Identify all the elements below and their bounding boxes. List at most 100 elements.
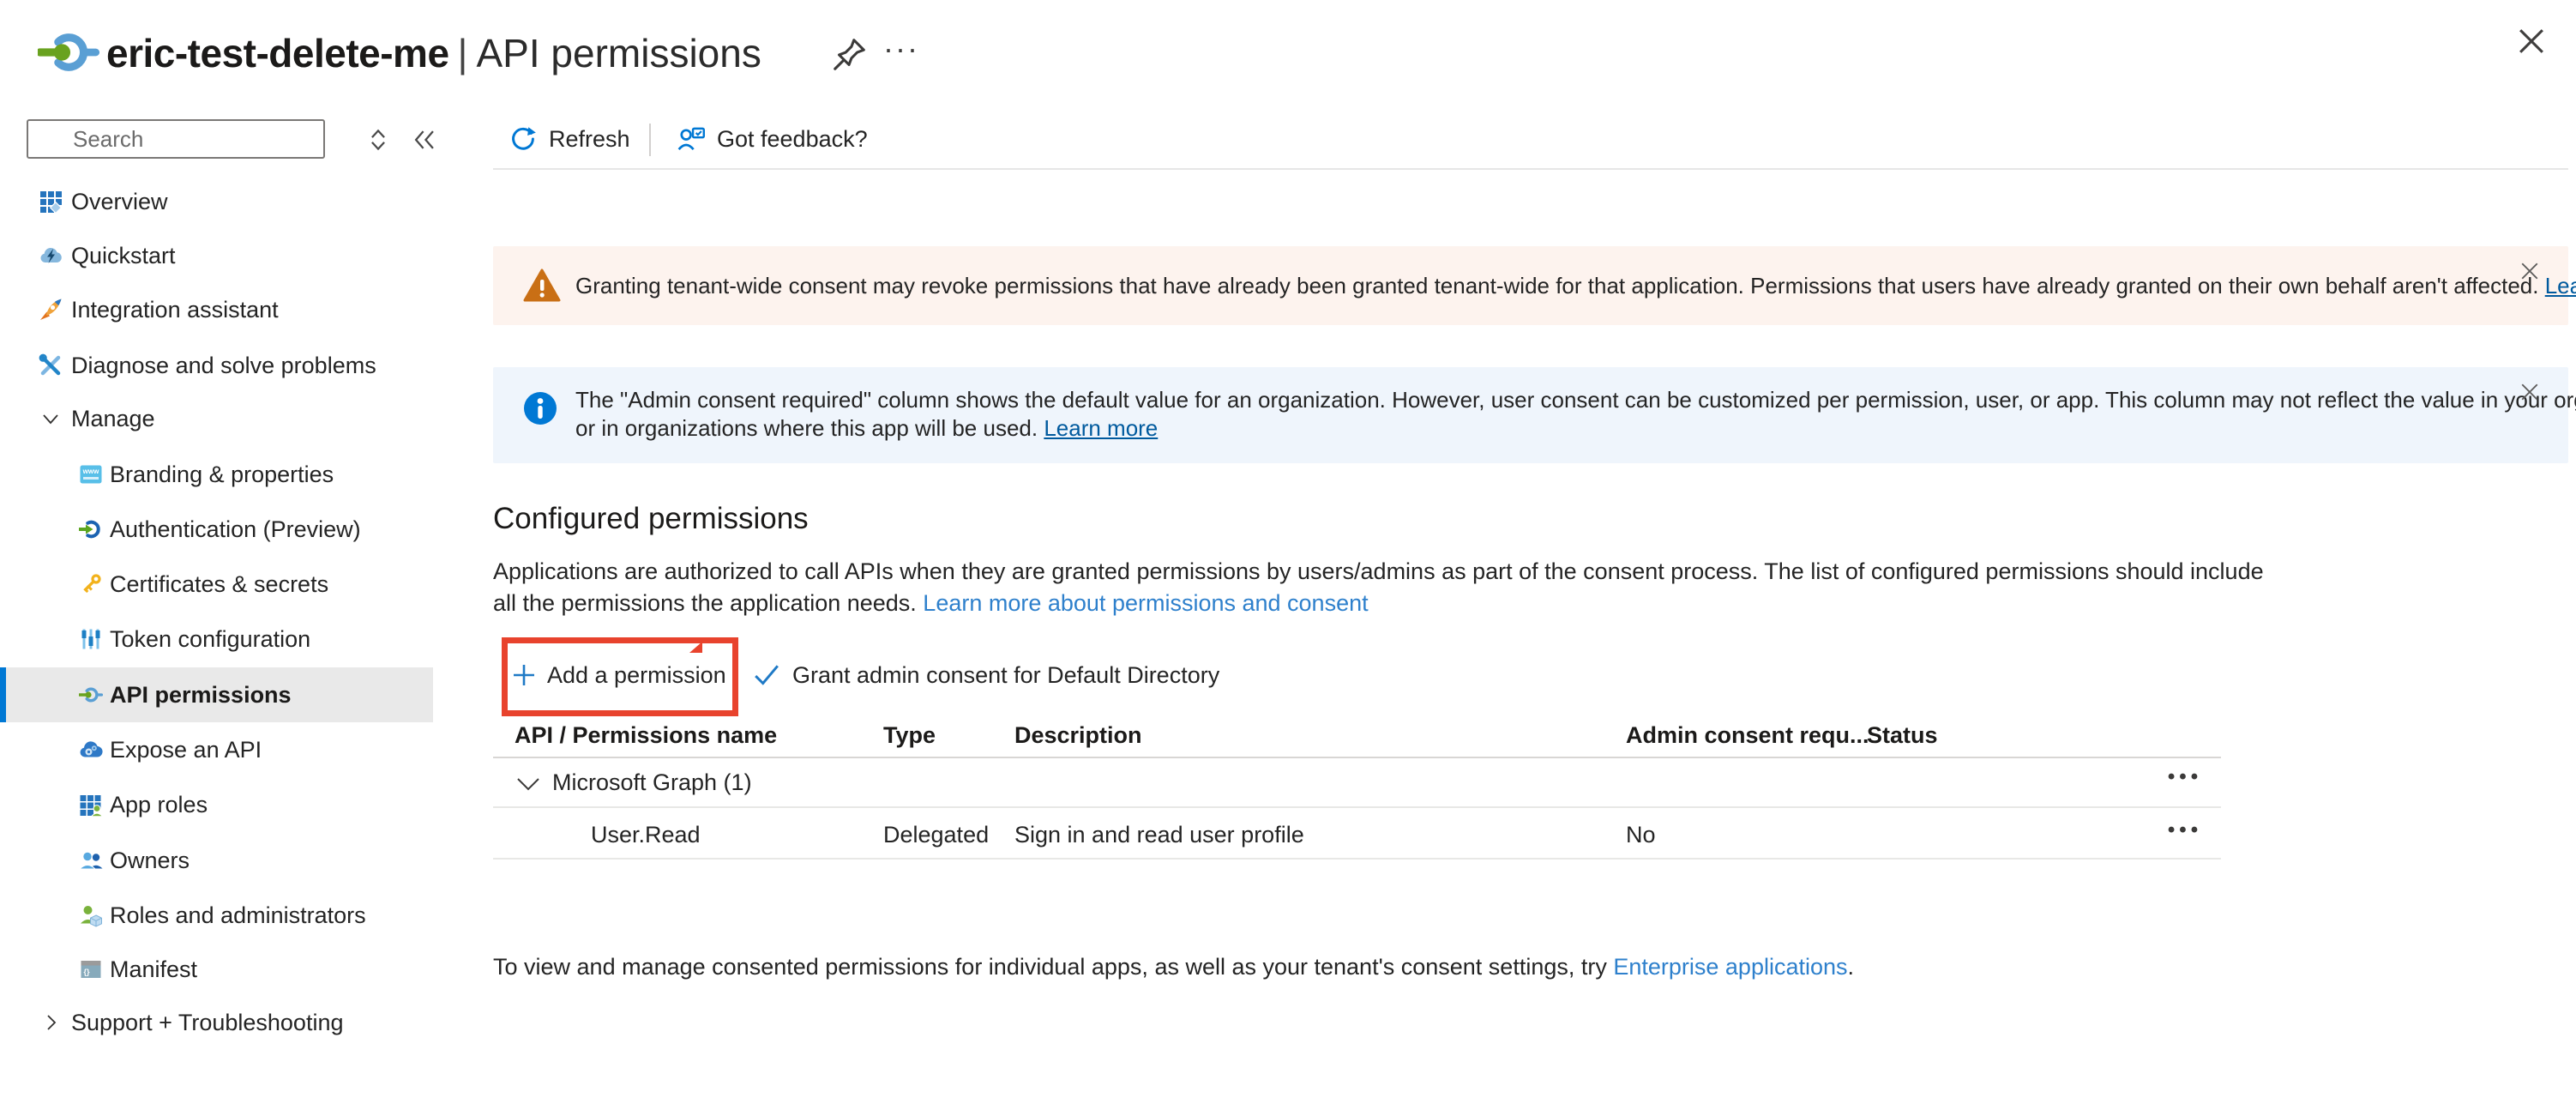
sidebar-item-label: Authentication (Preview) [110,516,361,543]
warning-learn-more-link[interactable]: Learn more [2545,273,2576,299]
person-cube-icon [79,903,103,927]
permission-admin-consent: No [1626,822,1656,848]
close-blade-icon[interactable] [2513,22,2550,60]
sidebar-item-label: Roles and administrators [110,902,366,929]
refresh-label: Refresh [549,126,630,153]
sidebar-item-label: Integration assistant [71,297,279,323]
row-menu-icon[interactable]: ••• [2155,765,2215,789]
checkmark-icon [753,662,780,688]
sidebar-item-owners[interactable]: Owners [0,833,433,888]
sidebar-item-integration-assistant[interactable]: Integration assistant [0,282,433,337]
info-icon [522,390,558,426]
table-group-row-microsoft-graph: Microsoft Graph (1) ••• [493,758,2221,808]
permissions-consent-link[interactable]: Learn more about permissions and consent [923,590,1368,616]
sidebar-group-support[interactable]: Support + Troubleshooting [0,995,433,1050]
add-permission-label: Add a permission [547,662,726,689]
chevron-down-icon [39,407,63,431]
sidebar-item-expose-api[interactable]: Expose an API [0,722,433,777]
sidebar-item-roles-admins[interactable]: Roles and administrators [0,888,433,943]
sidebar-item-label: Quickstart [71,243,176,269]
svg-text:www: www [82,468,99,475]
grant-admin-consent-label: Grant admin consent for Default Director… [792,662,1219,689]
www-badge-icon: www [79,462,103,486]
sidebar-item-label: Expose an API [110,737,262,763]
sidebar-item-quickstart[interactable]: Quickstart [0,228,433,283]
sidebar-item-diagnose[interactable]: Diagnose and solve problems [0,338,433,393]
sidebar-item-api-permissions[interactable]: API permissions [0,667,433,722]
column-header-status: Status [1867,722,1938,749]
annotation-arrow-artifact [689,642,702,653]
row-menu-icon[interactable]: ••• [2155,818,2215,842]
plus-icon [511,662,537,688]
info-close-icon[interactable] [2517,379,2543,405]
description-line2: all the permissions the application need… [493,588,2264,619]
warning-close-icon[interactable] [2517,258,2543,284]
rocket-icon [39,298,63,322]
info-learn-more-link[interactable]: Learn more [1044,415,1158,441]
warning-text: Granting tenant-wide consent may revoke … [575,273,2576,299]
info-text-line2: or in organizations where this app will … [575,415,1158,442]
enterprise-applications-link[interactable]: Enterprise applications [1613,954,1847,980]
add-permission-button[interactable]: Add a permission [511,656,726,694]
table-row-user-read: User.Read Delegated Sign in and read use… [493,808,2221,860]
api-plug-icon [79,683,103,707]
collapse-sidebar-icon[interactable] [410,125,439,154]
svg-text:{}: {} [83,968,90,976]
blade-name: API permissions [477,31,761,75]
sidebar-item-label: API permissions [110,682,292,709]
column-header-description: Description [1014,722,1142,749]
sidebar-group-manage[interactable]: Manage [0,391,433,446]
overview-grid-icon [39,190,63,214]
api-permissions-blade: eric-test-delete-me|API permissions ··· [0,0,2576,1098]
grant-admin-consent-button[interactable]: Grant admin consent for Default Director… [753,656,1219,694]
sidebar-search [27,119,325,159]
permissions-table: API / Permissions name Type Description … [493,719,2221,860]
permissions-description: Applications are authorized to call APIs… [493,556,2264,619]
grid-person-icon [79,793,103,817]
sidebar-item-label: Manifest [110,956,197,983]
toolbar-divider [649,124,651,156]
refresh-button[interactable]: Refresh [509,120,630,158]
more-commands-icon[interactable]: ··· [883,31,919,67]
sidebar-item-app-roles[interactable]: App roles [0,777,433,832]
cloud-gears-icon [79,738,103,762]
unfold-icon[interactable] [364,125,393,154]
sidebar-group-label: Support + Troubleshooting [71,1010,343,1036]
key-icon [79,572,103,596]
info-message: or in organizations where this app will … [575,415,1044,441]
sidebar-item-certificates[interactable]: Certificates & secrets [0,557,433,612]
sidebar-item-label: Branding & properties [110,462,334,488]
warning-message: Granting tenant-wide consent may revoke … [575,273,2545,299]
search-input[interactable] [27,119,325,159]
description-line1: Applications are authorized to call APIs… [493,556,2264,588]
sidebar-item-branding[interactable]: www Branding & properties [0,447,433,502]
app-name: eric-test-delete-me [106,31,449,75]
description-line2-text: all the permissions the application need… [493,590,923,616]
sidebar-item-label: Diagnose and solve problems [71,353,376,379]
sidebar-item-manifest[interactable]: {} Manifest [0,942,433,997]
sidebar-item-label: App roles [110,792,208,818]
expand-chevron-icon[interactable] [515,772,542,796]
sidebar-item-authentication[interactable]: Authentication (Preview) [0,502,433,557]
sidebar-item-token-configuration[interactable]: Token configuration [0,612,433,667]
code-window-icon: {} [79,957,103,981]
microsoft-graph-link[interactable]: Microsoft Graph (1) [552,769,752,796]
configured-permissions-heading: Configured permissions [493,502,809,536]
column-header-type: Type [883,722,936,749]
footer-text: To view and manage consented permissions… [493,954,1613,980]
info-banner: The "Admin consent required" column show… [493,367,2568,463]
permission-name-link[interactable]: User.Read [591,822,701,848]
warning-banner: Granting tenant-wide consent may revoke … [493,246,2568,325]
pin-icon[interactable] [830,34,870,74]
sidebar-item-label: Certificates & secrets [110,571,328,598]
column-header-name: API / Permissions name [515,722,777,749]
footer-note: To view and manage consented permissions… [493,954,1854,980]
sidebar-item-overview[interactable]: Overview [0,174,433,229]
feedback-button[interactable]: Got feedback? [676,120,868,158]
table-header-row: API / Permissions name Type Description … [493,719,2221,757]
refresh-icon [509,125,537,153]
sidebar-item-label: Overview [71,189,168,215]
sidebar-item-label: Token configuration [110,626,310,653]
people-icon [79,848,103,872]
permission-type: Delegated [883,822,989,848]
